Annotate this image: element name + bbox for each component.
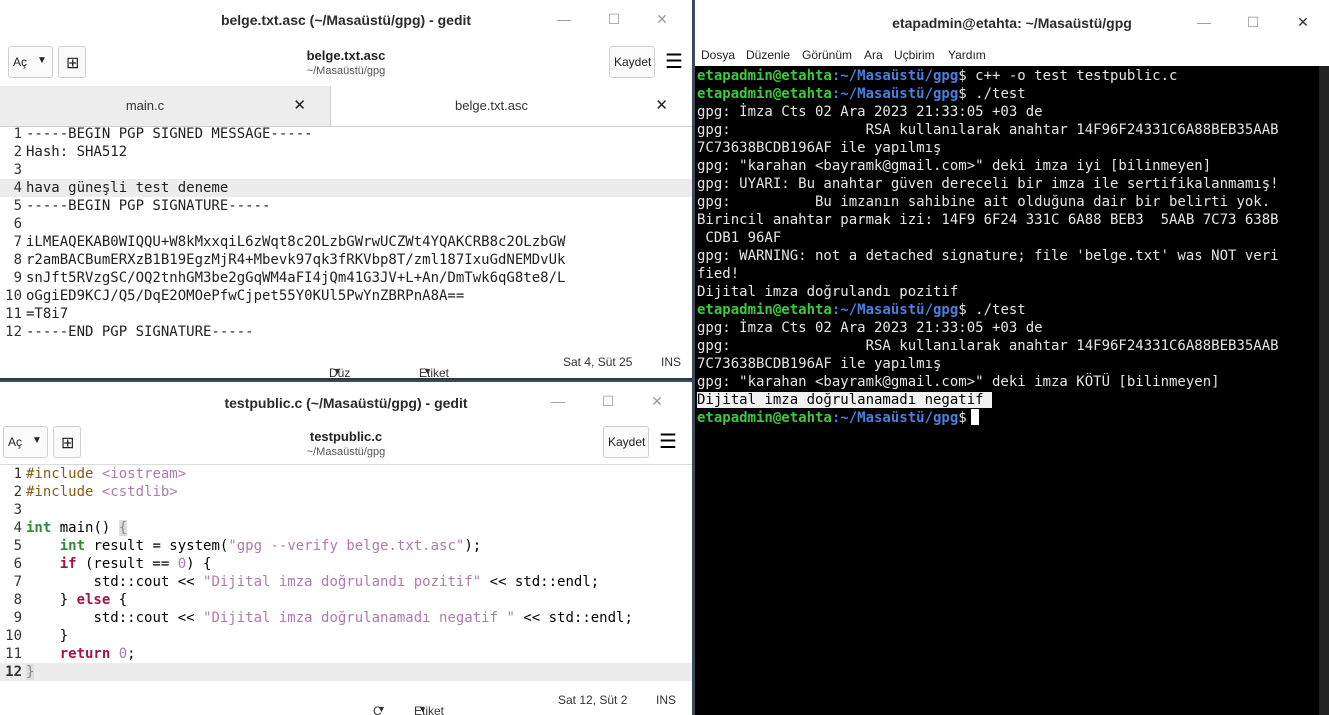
save-button[interactable]: Kaydet	[609, 46, 655, 78]
menu-gorunum[interactable]: Görünüm	[802, 48, 852, 62]
menu-yardim[interactable]: Yardım	[948, 48, 986, 62]
terminal-prompt-line: etapadmin@etahta:~/Masaüstü/gpg$ ./test	[697, 302, 1026, 318]
title-bar[interactable]: etapadmin@etahta: ~/Masaüstü/gpg — ☐ ✕	[695, 0, 1329, 44]
terminal-output-line: 7C73638BCDB196AF ile yapılmış	[697, 356, 942, 372]
terminal-cursor	[970, 409, 979, 425]
status-bar: Düz Metin▼ Etiket Genişliği: 8▼ Sat 4, S…	[0, 344, 692, 378]
gedit-window-belge: belge.txt.asc (~/Masaüstü/gpg) - gedit —…	[0, 0, 692, 380]
window-title: etapadmin@etahta: ~/Masaüstü/gpg	[892, 15, 1132, 31]
scrollbar[interactable]	[1319, 66, 1329, 715]
gedit-window-testpublic: testpublic.c (~/Masaüstü/gpg) - gedit — …	[0, 382, 692, 715]
tab-belge-txt-asc[interactable]: belge.txt.asc ✕	[330, 86, 692, 126]
save-button[interactable]: Kaydet	[603, 426, 649, 458]
document-path: ~/Masaüstü/gpg	[306, 65, 386, 77]
terminal-output-line: gpg: "karahan <bayramk@gmail.com>" deki …	[697, 374, 1220, 390]
editor-line: 1 -----BEGIN PGP SIGNED MESSAGE-----	[13, 126, 313, 142]
terminal-output[interactable]: etapadmin@etahta:~/Masaüstü/gpg$ c++ -o …	[697, 67, 1319, 427]
window-title: testpublic.c (~/Masaüstü/gpg) - gedit	[224, 395, 468, 411]
editor-line: 12 -----END PGP SIGNATURE-----	[5, 324, 254, 340]
terminal-output-line: gpg: RSA kullanılarak anahtar 14F96F2433…	[697, 338, 1279, 354]
terminal-prompt-line: etapadmin@etahta:~/Masaüstü/gpg$ ./test	[697, 86, 1026, 102]
insert-mode: INS	[661, 355, 682, 369]
terminal-output-line: gpg: İmza Cts 02 Ara 2023 21:33:05 +03 d…	[697, 104, 1043, 120]
save-label: Kaydet	[614, 55, 652, 69]
close-icon[interactable]: ✕	[646, 390, 668, 412]
maximize-icon[interactable]: ☐	[1242, 11, 1264, 33]
editor-line: 6	[13, 216, 22, 232]
tab-label: belge.txt.asc	[455, 98, 528, 113]
window-title: belge.txt.asc (~/Masaüstü/gpg) - gedit	[220, 12, 472, 28]
save-label: Kaydet	[608, 435, 646, 449]
document-name: testpublic.c	[309, 429, 383, 444]
maximize-icon[interactable]: ☐	[597, 390, 619, 412]
document-path: ~/Masaüstü/gpg	[306, 446, 386, 458]
title-bar[interactable]: testpublic.c (~/Masaüstü/gpg) - gedit — …	[0, 382, 692, 420]
terminal-prompt-line: etapadmin@etahta:~/Masaüstü/gpg$ c++ -o …	[697, 68, 1178, 84]
editor-line: 2 Hash: SHA512	[13, 144, 128, 160]
terminal-output-line: gpg: RSA kullanılarak anahtar 14F96F2433…	[697, 122, 1279, 138]
tab-close-icon[interactable]: ✕	[655, 96, 668, 114]
editor-line: 4 hava güneşli test deneme	[0, 179, 692, 197]
editor-line: 8 r2amBACBumERXzB1B19EgzMjR4+Mbevk97qk3fR…	[13, 252, 566, 268]
tab-bar: main.c ✕ belge.txt.asc ✕	[0, 86, 692, 127]
hamburger-menu-icon[interactable]: ☰	[654, 426, 682, 458]
terminal-output-line: gpg: İmza Cts 02 Ara 2023 21:33:05 +03 d…	[697, 320, 1043, 336]
tab-label: main.c	[125, 98, 165, 113]
close-icon[interactable]: ✕	[1292, 11, 1314, 33]
terminal-output-line: Birincil anahtar parmak izi: 14F9 6F24 3…	[697, 212, 1279, 228]
terminal-output-line: Dijital imza doğrulanamadı negatif	[697, 392, 993, 408]
terminal-output-line: fied!	[697, 266, 740, 282]
hamburger-menu-icon[interactable]: ☰	[660, 46, 688, 78]
cursor-position[interactable]: Sat 4, Süt 25	[563, 355, 632, 369]
text-editor[interactable]: 1 -----BEGIN PGP SIGNED MESSAGE----- 2 Hash…	[0, 125, 692, 343]
terminal-output-line: CDB1 96AF	[697, 230, 782, 246]
menu-ara[interactable]: Ara	[864, 48, 883, 62]
terminal-prompt-line: etapadmin@etahta:~/Masaüstü/gpg$	[697, 409, 1319, 427]
tab-close-icon[interactable]: ✕	[293, 96, 306, 114]
close-icon[interactable]: ✕	[651, 8, 673, 30]
terminal-output-line: 7C73638BCDB196AF ile yapılmış	[697, 140, 942, 156]
cursor-position[interactable]: Sat 12, Süt 2	[558, 693, 627, 707]
menu-bar: Dosya Düzenle Görünüm Ara Uçbirim Yardım	[695, 44, 1329, 66]
editor-line: 3	[13, 162, 22, 178]
editor-line: 5 -----BEGIN PGP SIGNATURE-----	[13, 198, 271, 214]
minimize-icon[interactable]: —	[553, 8, 575, 30]
minimize-icon[interactable]: —	[1193, 11, 1215, 33]
editor-line: 9 snJft5RVzgSC/OQ2tnhGM3be2gGqWM4aFI4jQm4…	[13, 270, 566, 286]
terminal-output-line: gpg: "karahan <bayramk@gmail.com>" deki …	[697, 158, 1212, 174]
editor-line: 10 oGgiED9KCJ/Q5/DqE2OMOePfwCjpet55Y0KUl5…	[5, 288, 465, 304]
editor-line: 7 iLMEAQEKAB0WIQQU+W8kMxxqiL6zWqt8c2OLzbG…	[13, 234, 566, 250]
terminal-output-line: gpg: Bu imzanın sahibine ait olduğuna da…	[697, 194, 1271, 210]
status-bar: C▼ Etiket Genişliği: 8▼ Sat 12, Süt 2 IN…	[0, 682, 692, 715]
maximize-icon[interactable]: ☐	[603, 8, 625, 30]
tab-main-c[interactable]: main.c ✕	[0, 86, 330, 126]
terminal-output-line: gpg: WARNING: not a detached signature; …	[697, 248, 1279, 264]
editor-line: 11 =T8i7	[5, 306, 69, 322]
menu-duzenle[interactable]: Düzenle	[746, 48, 790, 62]
code-editor[interactable]: 1 #include <iostream> 2 #include <cstdlib>…	[0, 465, 692, 683]
terminal-window: etapadmin@etahta: ~/Masaüstü/gpg — ☐ ✕ D…	[695, 0, 1329, 715]
terminal-output-line: Dijital imza doğrulandı pozitif	[697, 284, 959, 300]
menu-ucbirim[interactable]: Uçbirim	[894, 48, 935, 62]
document-name: belge.txt.asc	[306, 48, 386, 63]
title-bar[interactable]: belge.txt.asc (~/Masaüstü/gpg) - gedit —…	[0, 0, 692, 40]
menu-dosya[interactable]: Dosya	[701, 48, 735, 62]
terminal-output-line: gpg: UYARI: Bu anahtar güven dereceli bi…	[697, 176, 1279, 192]
minimize-icon[interactable]: —	[547, 390, 569, 412]
insert-mode: INS	[656, 693, 677, 707]
